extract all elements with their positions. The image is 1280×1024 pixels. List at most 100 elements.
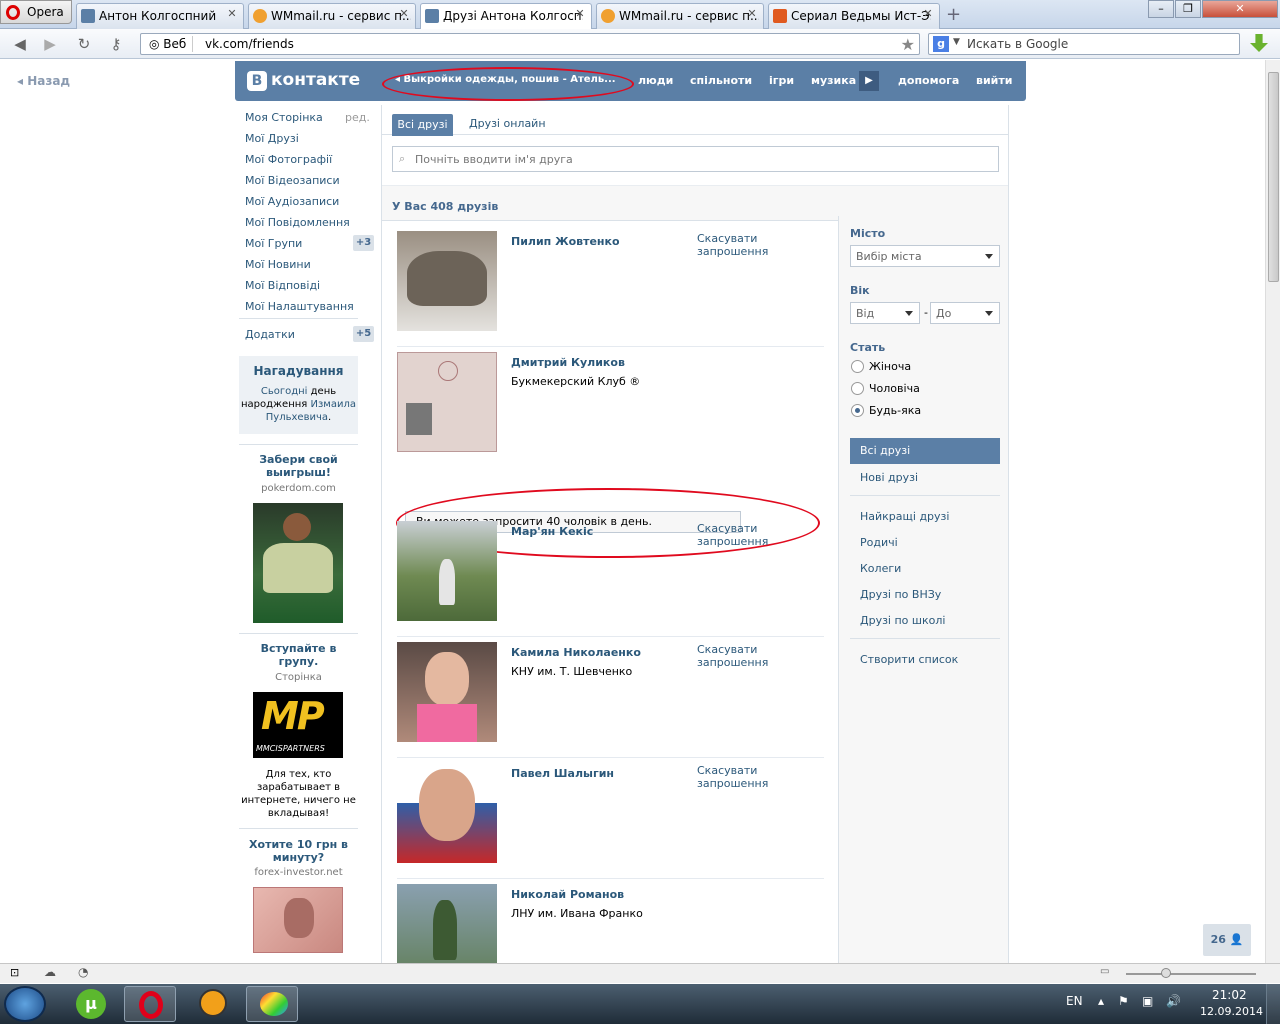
show-desktop-button[interactable]: [1266, 984, 1280, 1024]
radio-any-label[interactable]: Будь-яка: [869, 404, 921, 417]
menu-my-friends[interactable]: Мої Друзі: [245, 132, 299, 145]
tray-up-arrow-icon[interactable]: ▴: [1098, 994, 1104, 1008]
vk-logo-text[interactable]: контакте: [271, 70, 360, 90]
friend-name[interactable]: Павел Шалыгин: [511, 767, 614, 780]
reminder-surname-link[interactable]: Пульхевича: [266, 412, 328, 423]
taskbar-aimp[interactable]: [186, 986, 238, 1022]
reminder-today-link[interactable]: Сьогодні: [261, 386, 308, 397]
section-all-friends[interactable]: Всі друзі: [850, 438, 1000, 464]
radio-male-label[interactable]: Чоловіча: [869, 382, 920, 395]
nav-logout[interactable]: вийти: [976, 74, 1012, 87]
menu-my-messages[interactable]: Мої Повідомлення: [245, 216, 350, 229]
friend-name[interactable]: Дмитрий Куликов: [511, 356, 625, 369]
radio-male[interactable]: [851, 382, 864, 395]
taskbar-paint[interactable]: [246, 986, 298, 1022]
play-icon[interactable]: ▶: [859, 71, 879, 91]
taskbar-utorrent[interactable]: µ: [66, 986, 118, 1022]
page-scrollbar[interactable]: [1265, 60, 1280, 963]
ad-image-banknote[interactable]: [253, 887, 343, 953]
browser-tab-5[interactable]: Сериал Ведьмы Ист-Э... ✕: [768, 3, 940, 29]
nav-music[interactable]: музика: [811, 74, 856, 87]
friend-photo[interactable]: [397, 231, 497, 331]
back-link[interactable]: ◂ Назад: [17, 74, 70, 88]
tab-all-friends[interactable]: Всі друзі: [392, 114, 453, 136]
menu-my-answers[interactable]: Мої Відповіді: [245, 279, 320, 292]
clock-date[interactable]: 12.09.2014: [1200, 1005, 1263, 1018]
cancel-request-link[interactable]: Скасувати запрошення: [697, 522, 824, 548]
category-school[interactable]: Друзі по школі: [860, 614, 945, 627]
panel-toggle-icon[interactable]: ⊡: [10, 966, 19, 979]
cloud-icon[interactable]: ☁: [44, 965, 56, 979]
age-to-select[interactable]: До: [930, 302, 1000, 324]
friend-search-input[interactable]: ⌕ Почніть вводити ім'я друга: [392, 146, 999, 172]
taskbar-opera[interactable]: [124, 986, 176, 1022]
zoom-slider-knob[interactable]: [1161, 968, 1171, 978]
clock-time[interactable]: 21:02: [1212, 988, 1247, 1002]
category-best-friends[interactable]: Найкращі друзі: [860, 510, 949, 523]
category-university[interactable]: Друзі по ВНЗу: [860, 588, 941, 601]
new-tab-plus-icon[interactable]: +: [946, 4, 961, 25]
friend-name[interactable]: Николай Романов: [511, 888, 624, 901]
nav-people[interactable]: люди: [638, 74, 673, 87]
reminder-name-link[interactable]: Измаила: [310, 399, 356, 410]
forward-arrow-icon[interactable]: ▶: [40, 35, 60, 53]
address-field[interactable]: ◎ Веб vk.com/friends ★: [140, 33, 920, 55]
google-icon[interactable]: g: [933, 36, 949, 52]
ad-image-mp-logo[interactable]: MP MMCISPARTNERS: [253, 692, 343, 758]
friend-name[interactable]: Камила Николаенко: [511, 646, 641, 659]
close-window-icon[interactable]: ✕: [1202, 0, 1278, 18]
cancel-request-link[interactable]: Скасувати запрошення: [697, 764, 824, 790]
browser-tab-4[interactable]: WMmail.ru - сервис п... ✕: [596, 3, 764, 29]
friend-photo[interactable]: [397, 763, 497, 863]
network-icon[interactable]: ▣: [1142, 994, 1153, 1008]
bookmark-star-icon[interactable]: ★: [901, 35, 915, 54]
ad-title[interactable]: Хотите 10 грн в минуту?: [239, 838, 358, 864]
minimize-icon[interactable]: –: [1148, 0, 1174, 18]
action-center-flag-icon[interactable]: ⚑: [1118, 994, 1129, 1008]
section-new-friends[interactable]: Нові друзі: [860, 471, 918, 484]
browser-tab-1[interactable]: Антон Колгоспний ✕: [76, 3, 244, 29]
friend-photo[interactable]: [397, 642, 497, 742]
opera-menu-button[interactable]: Opera: [0, 0, 72, 24]
windows-start-icon[interactable]: [4, 986, 46, 1022]
menu-my-audio[interactable]: Мої Аудіозаписи: [245, 195, 339, 208]
scrollbar-thumb[interactable]: [1268, 72, 1279, 282]
friend-photo[interactable]: [397, 521, 497, 621]
view-icon[interactable]: ▭: [1100, 966, 1109, 977]
volume-icon[interactable]: 🔊: [1166, 994, 1181, 1008]
cancel-request-link[interactable]: Скасувати запрошення: [697, 643, 824, 669]
chevron-down-icon[interactable]: ▼: [953, 37, 960, 47]
close-icon[interactable]: ✕: [573, 7, 587, 21]
menu-edit-link[interactable]: ред.: [345, 111, 370, 124]
language-indicator[interactable]: EN: [1066, 994, 1083, 1008]
ad-title[interactable]: Вступайте в групу.: [239, 642, 358, 668]
restore-icon[interactable]: ❐: [1175, 0, 1201, 18]
category-colleagues[interactable]: Колеги: [860, 562, 901, 575]
close-icon[interactable]: ✕: [225, 7, 239, 21]
online-friends-counter[interactable]: 26 👤: [1203, 924, 1251, 956]
nav-help[interactable]: допомога: [898, 74, 959, 87]
radio-any[interactable]: [851, 404, 864, 417]
friend-photo[interactable]: [397, 352, 497, 452]
menu-my-videos[interactable]: Мої Відеозаписи: [245, 174, 340, 187]
friend-name[interactable]: Пилип Жовтенко: [511, 235, 620, 248]
menu-my-groups[interactable]: Мої Групи: [245, 237, 302, 250]
reload-icon[interactable]: ↻: [74, 35, 94, 53]
menu-apps[interactable]: Додатки: [245, 328, 295, 341]
menu-my-page[interactable]: Моя Сторінка: [245, 111, 323, 124]
search-field[interactable]: g ▼ Искать в Google: [928, 33, 1240, 55]
ad-title[interactable]: Забери свой выигрыш!: [239, 453, 358, 479]
friend-name[interactable]: Мар'ян Кекіс: [511, 525, 593, 538]
age-from-select[interactable]: Від: [850, 302, 920, 324]
browser-tab-3-active[interactable]: Друзі Антона Колгосп... ✕: [420, 3, 592, 29]
close-icon[interactable]: ✕: [921, 7, 935, 21]
nav-communities[interactable]: спільноти: [690, 74, 752, 87]
city-select[interactable]: Вибір міста: [850, 245, 1000, 267]
menu-my-news[interactable]: Мої Новини: [245, 258, 311, 271]
back-arrow-icon[interactable]: ◀: [10, 35, 30, 53]
radio-female-label[interactable]: Жіноча: [869, 360, 911, 373]
menu-my-settings[interactable]: Мої Налаштування: [245, 300, 354, 313]
download-arrow-icon[interactable]: [1250, 34, 1268, 52]
speed-dial-icon[interactable]: ◔: [78, 965, 88, 979]
ad-image-poker[interactable]: [253, 503, 343, 623]
